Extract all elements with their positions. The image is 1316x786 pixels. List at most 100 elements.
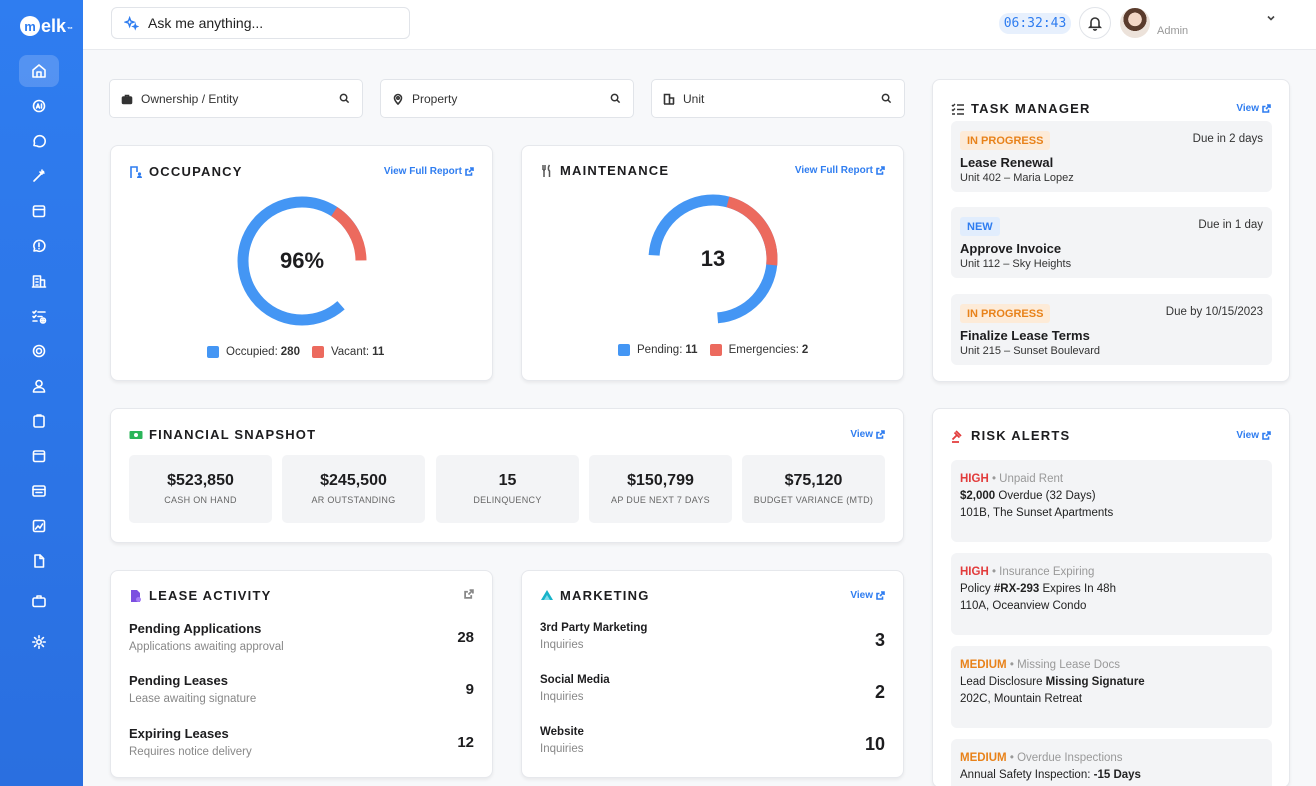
- budget-variance-tile[interactable]: $75,120 BUDGET VARIANCE (MTD): [742, 455, 885, 523]
- nav-inbox[interactable]: [19, 440, 59, 472]
- task-due: Due in 2 days: [1192, 133, 1263, 145]
- pending-value: 11: [685, 344, 698, 356]
- emergencies-swatch: [709, 344, 722, 356]
- row-count: 10: [864, 734, 885, 754]
- nav-target[interactable]: [19, 335, 59, 367]
- financial-title: FINANCIAL SNAPSHOT: [129, 427, 316, 442]
- bell-icon: [1087, 17, 1103, 31]
- external-link-icon: [876, 591, 885, 600]
- nav-documents[interactable]: [19, 545, 59, 577]
- financial-view-link[interactable]: View: [850, 429, 885, 440]
- property-filter[interactable]: Property: [380, 79, 634, 118]
- marketing-title: MARKETING: [540, 588, 650, 603]
- task-due: Due by 10/15/2023: [1165, 306, 1263, 318]
- unit-filter[interactable]: Unit: [651, 79, 905, 118]
- nav-settings[interactable]: [19, 626, 59, 658]
- maintenance-title: MAINTENANCE: [540, 163, 669, 178]
- lease-row[interactable]: Pending Leases Lease awaiting signature …: [129, 673, 474, 705]
- risk-item[interactable]: MEDIUM • Missing Lease Docs Lead Disclos…: [951, 646, 1272, 728]
- magic-wand-icon: [33, 169, 45, 182]
- nav-magic[interactable]: [19, 160, 59, 192]
- nav-calendar[interactable]: [19, 195, 59, 227]
- lease-row[interactable]: Expiring Leases Requires notice delivery…: [129, 726, 474, 758]
- nav-users[interactable]: [19, 370, 59, 402]
- lease-title: LEASE ACTIVITY: [129, 588, 272, 603]
- ai-brain-icon: [32, 99, 46, 113]
- sparkle-icon: [124, 15, 139, 31]
- occupied-value: 280: [280, 346, 300, 358]
- task-item[interactable]: NEW Due in 1 day Approve Invoice Unit 11…: [951, 207, 1272, 278]
- cash-on-hand-tile[interactable]: $523,850 CASH ON HAND: [129, 455, 272, 523]
- tile-label: BUDGET VARIANCE (MTD): [753, 495, 874, 505]
- ar-outstanding-tile[interactable]: $245,500 AR OUTSTANDING: [282, 455, 425, 523]
- nav-accounting[interactable]: [19, 475, 59, 507]
- nav-ai[interactable]: [19, 90, 59, 122]
- risk-level: HIGH: [960, 566, 989, 578]
- marketing-row[interactable]: Website Inquiries 10: [540, 726, 885, 755]
- nav-briefcase[interactable]: [19, 585, 59, 617]
- nav-home[interactable]: [19, 55, 59, 87]
- document-icon: [34, 554, 45, 568]
- clipboard-icon: [33, 414, 45, 428]
- marketing-row[interactable]: 3rd Party Marketing Inquiries 3: [540, 622, 885, 651]
- app-logo[interactable]: m elk ™: [20, 14, 73, 38]
- ap-due-tile[interactable]: $150,799 AP DUE NEXT 7 DAYS: [589, 455, 732, 523]
- status-badge: NEW: [960, 217, 1000, 236]
- sidebar: m elk ™: [0, 0, 83, 786]
- tile-value: $245,500: [320, 472, 387, 489]
- external-link-icon: [876, 430, 885, 439]
- lease-activity-card: LEASE ACTIVITY Pending Applications Appl…: [110, 570, 493, 778]
- gear-icon: [31, 635, 46, 649]
- row-subtitle: Inquiries: [540, 639, 584, 651]
- external-link-icon: [1262, 104, 1271, 113]
- user-menu-toggle[interactable]: [1266, 10, 1276, 21]
- external-link-icon: [465, 167, 474, 176]
- row-title: Pending Leases: [129, 673, 228, 688]
- gavel-icon: [951, 429, 962, 443]
- notifications-button[interactable]: [1079, 7, 1111, 39]
- tile-value: $75,120: [784, 472, 843, 489]
- search-icon: [610, 93, 621, 104]
- task-title: TASK MANAGER: [951, 101, 1091, 116]
- risk-category: Missing Lease Docs: [1017, 659, 1120, 671]
- tile-label: AP DUE NEXT 7 DAYS: [611, 495, 710, 505]
- tasks-view-link[interactable]: View: [1236, 103, 1271, 114]
- logo-mark: m: [20, 16, 40, 36]
- tile-label: CASH ON HAND: [164, 495, 237, 505]
- risk-item[interactable]: HIGH • Unpaid Rent $2,000 Overdue (32 Da…: [951, 460, 1272, 542]
- chevron-down-icon: [1267, 15, 1275, 21]
- delinquency-tile[interactable]: 15 DELINQUENCY: [436, 455, 579, 523]
- task-item[interactable]: IN PROGRESS Due in 2 days Lease Renewal …: [951, 121, 1272, 192]
- lease-row[interactable]: Pending Applications Applications awaiti…: [129, 621, 474, 653]
- emergencies-label: Emergencies:: [728, 344, 799, 356]
- risk-view-link[interactable]: View: [1236, 430, 1271, 441]
- risk-item[interactable]: MEDIUM • Overdue Inspections Annual Safe…: [951, 739, 1272, 786]
- marketing-row[interactable]: Social Media Inquiries 2: [540, 674, 885, 703]
- tile-value: $523,850: [167, 472, 234, 489]
- occupancy-percent: 96%: [279, 248, 325, 273]
- user-avatar[interactable]: [1120, 8, 1150, 38]
- nav-help[interactable]: [19, 230, 59, 262]
- risk-item[interactable]: HIGH • Insurance Expiring Policy #RX-293…: [951, 553, 1272, 635]
- marketing-view-link[interactable]: View: [850, 590, 885, 601]
- risk-location: 202C, Mountain Retreat: [960, 693, 1083, 705]
- row-title: Pending Applications: [129, 621, 262, 636]
- nav-reports[interactable]: [19, 510, 59, 542]
- nav-properties[interactable]: [19, 265, 59, 297]
- task-item[interactable]: IN PROGRESS Due by 10/15/2023 Finalize L…: [951, 294, 1272, 365]
- logo-text: elk: [41, 15, 67, 36]
- pending-label: Pending:: [637, 344, 683, 356]
- occupied-swatch: [207, 346, 219, 358]
- task-list-icon: [951, 103, 964, 115]
- nav-chat[interactable]: [19, 125, 59, 157]
- nav-clipboard[interactable]: [19, 405, 59, 437]
- occupancy-title: OCCUPANCY: [129, 164, 243, 179]
- target-icon: [32, 344, 46, 358]
- lease-document-icon: [131, 589, 141, 602]
- nav-tasks[interactable]: [19, 300, 59, 332]
- occupancy-report-link[interactable]: View Full Report: [384, 166, 474, 177]
- lease-open-link[interactable]: [461, 589, 474, 599]
- maintenance-report-link[interactable]: View Full Report: [795, 165, 885, 176]
- ownership-filter[interactable]: Ownership / Entity: [109, 79, 363, 118]
- ask-ai-input[interactable]: Ask me anything...: [111, 7, 410, 39]
